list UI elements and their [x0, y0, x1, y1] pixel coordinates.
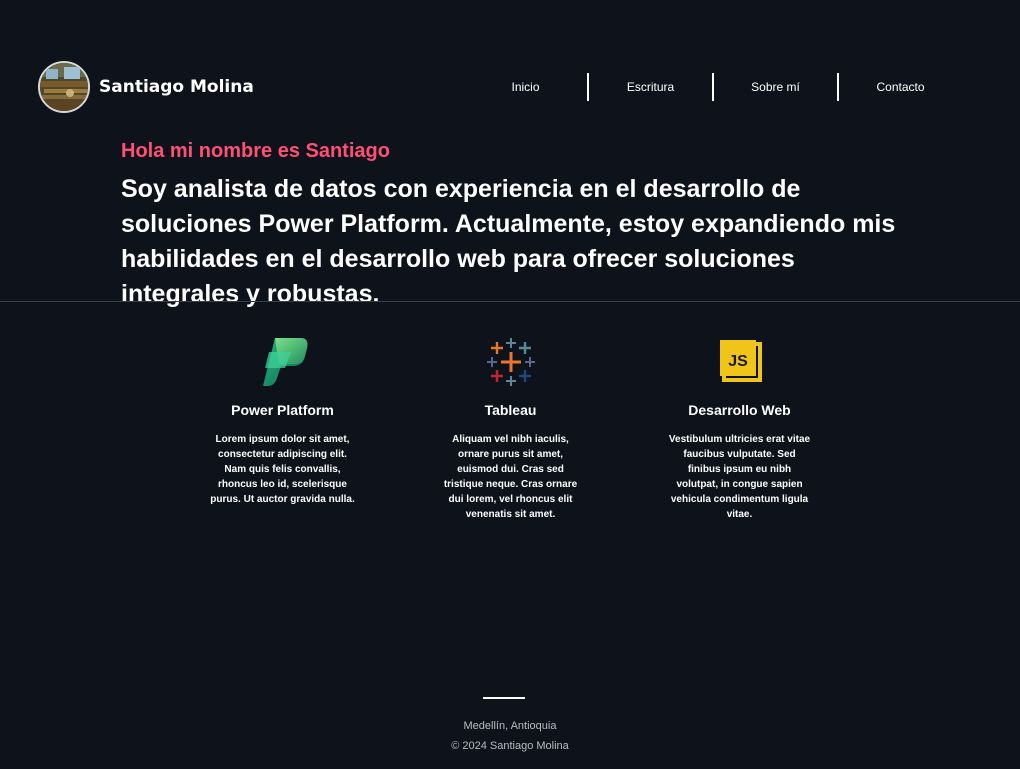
avatar — [38, 61, 90, 113]
skill-card-desarrollo-web: JS Desarrollo Web Vestibulum ultricies e… — [667, 334, 812, 522]
tableau-icon — [486, 338, 535, 386]
site-header: Santiago Molina Inicio Escritura Sobre m… — [0, 0, 1020, 135]
skill-title: Power Platform — [231, 402, 334, 418]
nav-item-sobre-mi[interactable]: Sobre mí — [714, 73, 837, 101]
nav-item-contacto[interactable]: Contacto — [839, 73, 962, 101]
hero-text: Soy analista de datos con experiencia en… — [121, 175, 896, 308]
skill-description: Vestibulum ultricies erat vitae faucibus… — [668, 434, 811, 520]
svg-text:JS: JS — [728, 353, 748, 370]
nav-item-escritura[interactable]: Escritura — [589, 73, 712, 101]
main-nav: Inicio Escritura Sobre mí Contacto — [464, 73, 962, 101]
hero-greeting: Hola mi nombre es Santiago — [121, 140, 390, 162]
skill-card-tableau: Tableau Aliquam vel nibh iaculis, ornare… — [438, 334, 583, 522]
skill-description: Aliquam vel nibh iaculis, ornare purus s… — [443, 434, 578, 520]
footer-location: Medellín, Antioquia — [463, 720, 557, 732]
skill-title: Desarrollo Web — [688, 402, 791, 418]
javascript-icon: JS — [719, 340, 762, 382]
footer-copyright: © 2024 Santiago Molina — [451, 740, 569, 752]
section-divider — [0, 301, 1020, 302]
skill-card-power-platform: Power Platform Lorem ipsum dolor sit ame… — [210, 334, 355, 507]
skill-description: Lorem ipsum dolor sit amet, consectetur … — [210, 434, 355, 505]
brand-name: Santiago Molina — [99, 77, 254, 97]
nav-item-inicio[interactable]: Inicio — [464, 73, 587, 101]
power-platform-icon — [262, 338, 307, 386]
brand[interactable]: Santiago Molina — [38, 61, 254, 113]
site-footer: Medellín, Antioquia © 2024 Santiago Moli… — [0, 716, 1020, 756]
hero-section: Hola mi nombre es Santiago Soy analista … — [121, 138, 921, 312]
footer-divider — [483, 697, 525, 699]
skill-title: Tableau — [484, 402, 537, 418]
